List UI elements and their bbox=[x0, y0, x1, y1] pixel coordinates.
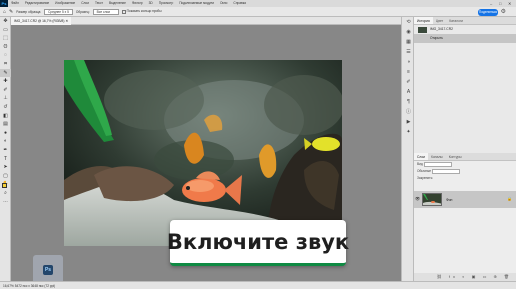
share-button[interactable]: Поделиться bbox=[478, 8, 498, 16]
tab-catalogs[interactable]: Каталоги bbox=[446, 17, 466, 24]
blend-mode-select[interactable] bbox=[431, 168, 460, 174]
gradient-tool-icon[interactable]: ▤ bbox=[0, 120, 11, 129]
show-ring-option[interactable]: Показать кольцо пробы bbox=[121, 9, 162, 14]
tab-channels[interactable]: Каналы bbox=[428, 153, 446, 160]
eyedropper-tool-icon[interactable]: ✎ bbox=[0, 68, 11, 78]
layer-name: Фон bbox=[446, 197, 453, 202]
shape-tool-icon[interactable]: ▢ bbox=[0, 172, 11, 181]
layer-row[interactable]: 👁 Фон 🔒 bbox=[414, 191, 516, 208]
document-tab[interactable]: IMG_3417.CR2 @ 16,7% (RGB/8) ✕ bbox=[11, 17, 72, 25]
enable-sound-label: Включите звук bbox=[166, 229, 350, 254]
history-snapshot[interactable]: IMG_3417.CR2 bbox=[414, 25, 516, 34]
zoom-tool-icon[interactable]: ⌕ bbox=[0, 189, 11, 198]
brush-tool-icon[interactable]: ✐ bbox=[0, 86, 11, 95]
sample-source-label: Образец: bbox=[75, 9, 90, 14]
menu-image[interactable]: Изображение bbox=[52, 0, 78, 7]
path-select-icon[interactable]: ➤ bbox=[0, 163, 11, 172]
tab-paths[interactable]: Контуры bbox=[446, 153, 465, 160]
dodge-tool-icon[interactable]: ◐ bbox=[0, 137, 11, 146]
document-tabs: IMG_3417.CR2 @ 16,7% (RGB/8) ✕ bbox=[11, 17, 401, 25]
layers-panel: Слои Каналы Контуры Вид Обычные Закрепит… bbox=[414, 153, 516, 281]
crop-tool-icon[interactable]: ⌗ bbox=[0, 60, 11, 69]
photoshop-window: Ps Файл Редактирование Изображение Слои … bbox=[0, 0, 516, 289]
close-icon[interactable]: ✕ bbox=[508, 0, 511, 7]
watermark-ps-badge: Ps bbox=[43, 265, 53, 275]
panel-icon-strip: ⟲ ◉ ▦ ☰ ◑ ≡ ✐ A ¶ ⓘ ▶ ✦ bbox=[401, 17, 414, 281]
lock-row: Закрепить: bbox=[414, 175, 516, 182]
snapshot-thumbnail bbox=[418, 26, 427, 33]
menu-type[interactable]: Текст bbox=[92, 0, 106, 7]
move-tool-icon[interactable]: ✥ bbox=[0, 17, 11, 26]
quick-select-tool-icon[interactable]: ◌ bbox=[0, 51, 11, 60]
document-tab-title: IMG_3417.CR2 @ 16,7% (RGB/8) bbox=[14, 19, 65, 23]
maximize-icon[interactable]: □ bbox=[499, 0, 501, 7]
stamp-tool-icon[interactable]: ⊥ bbox=[0, 94, 11, 103]
menu-file[interactable]: Файл bbox=[8, 0, 22, 7]
layers-panel-tabs: Слои Каналы Контуры bbox=[414, 153, 516, 161]
menu-bar: Ps Файл Редактирование Изображение Слои … bbox=[0, 0, 516, 7]
history-panel-tabs: История Цвет Каталоги bbox=[414, 17, 516, 25]
lock-icon[interactable]: 🔒 bbox=[507, 196, 512, 201]
sample-size-select[interactable]: Среднее 5 x 5 bbox=[44, 8, 73, 15]
aquarium-image bbox=[64, 60, 342, 246]
menu-help[interactable]: Справка bbox=[230, 0, 249, 7]
blend-mode-row[interactable]: Обычные bbox=[414, 168, 516, 175]
more-tools-icon[interactable]: … bbox=[0, 197, 11, 206]
layer-thumbnail bbox=[422, 193, 442, 206]
home-icon[interactable]: ⌂ bbox=[3, 9, 6, 15]
enable-sound-button[interactable]: Включите звук bbox=[166, 220, 350, 266]
blend-mode-label: Обычные bbox=[417, 169, 432, 173]
layer-filter-label: Вид bbox=[417, 162, 423, 166]
history-brush-icon[interactable]: ↺ bbox=[0, 103, 11, 112]
gear-icon[interactable]: ⚙ bbox=[501, 8, 506, 15]
history-snapshot-label: IMG_3417.CR2 bbox=[430, 27, 453, 31]
healing-tool-icon[interactable]: ✚ bbox=[0, 77, 11, 86]
lock-label: Закрепить: bbox=[417, 176, 434, 180]
tab-history[interactable]: История bbox=[414, 17, 433, 24]
eyedropper-tool-icon[interactable]: ✎ bbox=[9, 9, 13, 15]
show-ring-checkbox[interactable] bbox=[121, 9, 126, 14]
menu-select[interactable]: Выделение bbox=[106, 0, 129, 7]
history-step-label: Открыть bbox=[430, 36, 443, 40]
marquee-tool-icon[interactable]: ⬚ bbox=[0, 34, 11, 43]
menu-view[interactable]: Просмотр bbox=[156, 0, 177, 7]
layer-filter-select[interactable] bbox=[423, 161, 452, 167]
pen-tool-icon[interactable]: ✒ bbox=[0, 146, 11, 155]
menu-plugins[interactable]: Подключаемые модули bbox=[176, 0, 217, 7]
blur-tool-icon[interactable]: ● bbox=[0, 129, 11, 138]
artboard-tool-icon[interactable]: ▭ bbox=[0, 26, 11, 35]
app-logo[interactable]: Ps bbox=[0, 0, 8, 7]
eraser-tool-icon[interactable]: ◧ bbox=[0, 112, 11, 121]
menu-layers[interactable]: Слои bbox=[78, 0, 92, 7]
minimize-icon[interactable]: – bbox=[490, 0, 492, 7]
sample-size-label: Размер образца: bbox=[16, 9, 42, 14]
aquarium-photo[interactable] bbox=[64, 60, 342, 246]
layer-filter-row[interactable]: Вид bbox=[414, 161, 516, 168]
history-step[interactable]: Открыть bbox=[414, 34, 516, 43]
menu-filter[interactable]: Фильтр bbox=[129, 0, 146, 7]
status-bar: 16,67% 5472 пкс x 3648 пкс (72 ppi) bbox=[0, 281, 516, 289]
show-ring-label: Показать кольцо пробы bbox=[126, 9, 162, 14]
menu-window[interactable]: Окно bbox=[217, 0, 230, 7]
panels-dock: История Цвет Каталоги IMG_3417.CR2 Откры… bbox=[414, 17, 516, 281]
menu-edit[interactable]: Редактирование bbox=[22, 0, 52, 7]
lasso-tool-icon[interactable]: ʘ bbox=[0, 43, 11, 52]
options-bar: ⌂ ✎ Размер образца: Среднее 5 x 5 Образе… bbox=[0, 7, 516, 17]
tab-color[interactable]: Цвет bbox=[433, 17, 446, 24]
eye-icon[interactable]: 👁 bbox=[415, 196, 420, 201]
layer-thumbnail-image bbox=[423, 194, 441, 205]
layers-panel-footer: ⛓ fx ◐ ▣ ▭ ⊕ 🗑 bbox=[414, 273, 516, 281]
foreground-color-swatch[interactable] bbox=[2, 183, 7, 188]
type-tool-icon[interactable]: T bbox=[0, 155, 11, 164]
tab-layers[interactable]: Слои bbox=[414, 153, 429, 160]
tools-panel: ✥ ▭ ⬚ ʘ ◌ ⌗ ✎ ✚ ✐ ⊥ ↺ ◧ ▤ ● ◐ ✒ T ➤ ▢ ✋ … bbox=[0, 17, 11, 281]
menu-3d[interactable]: 3D bbox=[146, 0, 156, 7]
sample-source-select[interactable]: Все слои bbox=[92, 8, 119, 15]
close-tab-icon[interactable]: ✕ bbox=[65, 19, 68, 23]
